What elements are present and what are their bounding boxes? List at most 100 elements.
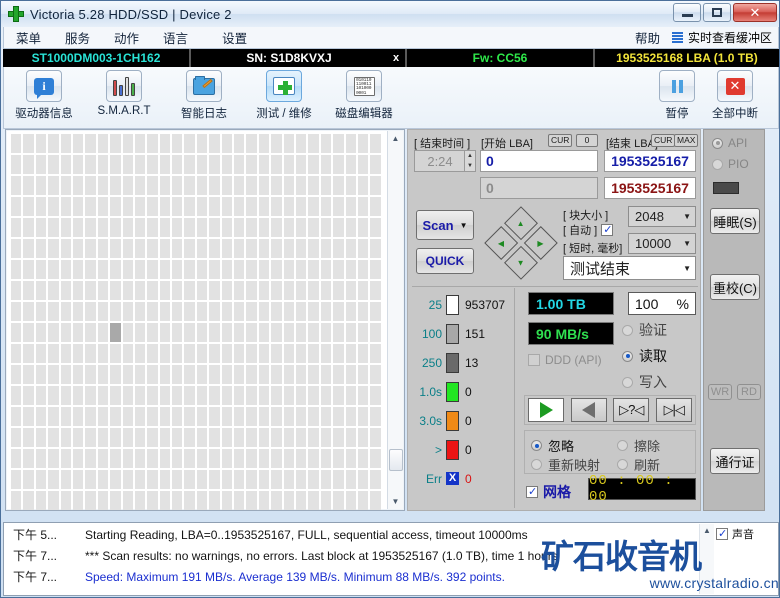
map-cell[interactable] (11, 239, 22, 258)
map-cell[interactable] (184, 491, 195, 510)
map-cell[interactable] (172, 344, 183, 363)
map-cell[interactable] (283, 344, 294, 363)
map-cell[interactable] (234, 281, 245, 300)
map-cell[interactable] (134, 155, 146, 174)
map-cell[interactable] (60, 197, 71, 216)
map-cell[interactable] (357, 260, 369, 279)
map-cell[interactable] (333, 470, 344, 489)
map-cell[interactable] (271, 365, 282, 384)
direction-pad[interactable]: ▲ ▶ ◀ ▼ (484, 206, 558, 280)
map-cell[interactable] (209, 134, 220, 153)
map-cell[interactable] (35, 239, 47, 258)
map-cell[interactable] (184, 407, 195, 426)
map-cell[interactable] (370, 428, 381, 447)
map-cell[interactable] (283, 428, 294, 447)
map-cell[interactable] (221, 470, 233, 489)
map-cell[interactable] (283, 302, 294, 321)
map-cell[interactable] (184, 155, 195, 174)
map-cell[interactable] (196, 449, 208, 468)
map-cell[interactable] (271, 323, 282, 342)
map-cell[interactable] (97, 428, 109, 447)
map-cell[interactable] (370, 155, 381, 174)
map-cell[interactable] (221, 134, 233, 153)
map-cell[interactable] (60, 134, 71, 153)
map-cell[interactable] (357, 428, 369, 447)
map-cell[interactable] (295, 239, 307, 258)
map-cell[interactable] (11, 323, 22, 342)
map-cell[interactable] (48, 155, 59, 174)
passport-button[interactable]: 通行证 (710, 448, 760, 474)
toolbar-test-repair[interactable]: 测试 / 维修 (244, 67, 324, 127)
map-cell[interactable] (308, 155, 319, 174)
map-cell[interactable] (122, 155, 133, 174)
map-cell[interactable] (370, 365, 381, 384)
map-cell[interactable] (357, 386, 369, 405)
map-cell[interactable] (357, 176, 369, 195)
interface-api[interactable]: API (712, 136, 747, 150)
recalibrate-button[interactable]: 重校(C) (710, 274, 760, 300)
map-cell[interactable] (283, 491, 294, 510)
map-cell[interactable] (60, 407, 71, 426)
map-cell[interactable] (11, 155, 22, 174)
maximize-button[interactable] (703, 3, 731, 22)
map-cell[interactable] (345, 218, 356, 237)
map-cell[interactable] (60, 302, 71, 321)
map-cell[interactable] (172, 155, 183, 174)
map-cell[interactable] (147, 155, 158, 174)
map-cell[interactable] (23, 239, 34, 258)
map-cell[interactable] (35, 155, 47, 174)
map-cell[interactable] (72, 491, 84, 510)
map-cell[interactable] (85, 491, 96, 510)
map-scrollbar[interactable]: ▲ ▼ (387, 131, 403, 509)
map-cell[interactable] (196, 218, 208, 237)
map-cell[interactable] (234, 491, 245, 510)
close-button[interactable]: ✕ (733, 3, 777, 22)
map-cell[interactable] (320, 260, 332, 279)
map-cell[interactable] (357, 155, 369, 174)
map-cell[interactable] (196, 365, 208, 384)
menu-item-settings[interactable]: 设置 (200, 28, 259, 47)
map-cell[interactable] (60, 218, 71, 237)
map-cell[interactable] (345, 470, 356, 489)
map-cell[interactable] (72, 344, 84, 363)
map-cell[interactable] (234, 134, 245, 153)
map-cell[interactable] (246, 302, 257, 321)
action-remap-radio[interactable] (531, 459, 542, 470)
map-cell[interactable] (333, 407, 344, 426)
map-cell[interactable] (295, 176, 307, 195)
map-cell[interactable] (134, 428, 146, 447)
map-cell[interactable] (11, 281, 22, 300)
map-cell[interactable] (48, 302, 59, 321)
map-cell[interactable] (35, 134, 47, 153)
map-cell[interactable] (97, 323, 109, 342)
map-cell[interactable] (48, 281, 59, 300)
map-cell[interactable] (23, 365, 34, 384)
map-cell[interactable] (85, 176, 96, 195)
map-cell[interactable] (184, 197, 195, 216)
map-cell[interactable] (271, 302, 282, 321)
map-cell[interactable] (295, 155, 307, 174)
mode-read[interactable]: 读取 (622, 346, 667, 366)
map-cell[interactable] (11, 218, 22, 237)
map-cell[interactable] (370, 344, 381, 363)
map-cell[interactable] (184, 134, 195, 153)
map-cell[interactable] (184, 365, 195, 384)
map-cell[interactable] (320, 176, 332, 195)
map-cell[interactable] (60, 323, 71, 342)
map-cell[interactable] (295, 197, 307, 216)
map-cell[interactable] (345, 155, 356, 174)
map-cell[interactable] (295, 407, 307, 426)
map-cell[interactable] (110, 302, 121, 321)
map-cell[interactable] (72, 428, 84, 447)
map-cell[interactable] (159, 281, 171, 300)
start-lba-cur-button[interactable]: CUR (548, 134, 573, 147)
map-cell[interactable] (85, 281, 96, 300)
map-cell[interactable] (48, 197, 59, 216)
map-cell[interactable] (333, 449, 344, 468)
map-cell[interactable] (196, 155, 208, 174)
map-cell[interactable] (209, 176, 220, 195)
action-erase-radio[interactable] (617, 440, 628, 451)
map-cell[interactable] (23, 197, 34, 216)
map-cell[interactable] (345, 386, 356, 405)
random-button[interactable]: ▷?◁ (613, 398, 650, 422)
